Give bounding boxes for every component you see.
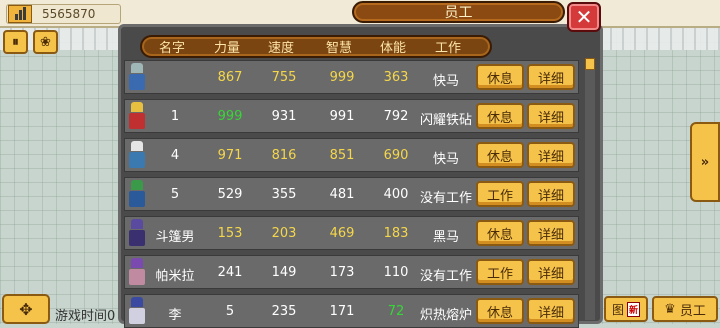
rest-button[interactable]: 休息 bbox=[476, 298, 524, 324]
rest-button[interactable]: 休息 bbox=[476, 142, 524, 168]
cell-str: 971 bbox=[217, 148, 243, 163]
cell-wis: 481 bbox=[329, 187, 355, 202]
avatar bbox=[127, 63, 147, 91]
cell-name: 1 bbox=[170, 109, 180, 124]
cell-spd: 235 bbox=[271, 304, 297, 319]
cell-wis: 173 bbox=[329, 265, 355, 280]
expand-side-button[interactable]: » bbox=[690, 122, 720, 202]
money-value: 5565870 bbox=[42, 7, 96, 21]
cell-str: 529 bbox=[217, 187, 243, 202]
cell-job: 快马 bbox=[432, 152, 459, 167]
cell-spd: 931 bbox=[271, 109, 297, 124]
cell-name: 帕米拉 bbox=[155, 269, 195, 284]
cell-job: 闪耀铁砧 bbox=[419, 113, 472, 128]
crown-icon: ♛ bbox=[664, 301, 676, 317]
pause-icon: ⏸ bbox=[12, 34, 19, 50]
cell-str: 153 bbox=[217, 226, 243, 241]
game-time: 游戏时间0 bbox=[55, 309, 116, 324]
cell-wis: 991 bbox=[329, 109, 355, 124]
close-button[interactable]: ✕ bbox=[567, 2, 601, 32]
detail-button[interactable]: 详细 bbox=[527, 259, 575, 285]
table-row: 867 755 999 363 快马 休息 详细 bbox=[124, 60, 579, 94]
rest-button[interactable]: 休息 bbox=[476, 64, 524, 90]
cell-sta: 110 bbox=[383, 265, 409, 280]
cell-str: 5 bbox=[225, 304, 235, 319]
header-strength: 力量 bbox=[213, 41, 240, 56]
cell-name: 5 bbox=[170, 187, 180, 202]
cell-wis: 851 bbox=[329, 148, 355, 163]
detail-button[interactable]: 详细 bbox=[527, 181, 575, 207]
cell-name: 4 bbox=[170, 148, 180, 163]
cell-job: 炽热熔炉 bbox=[419, 308, 472, 323]
cell-job: 没有工作 bbox=[419, 269, 472, 284]
cell-spd: 203 bbox=[271, 226, 297, 241]
avatar bbox=[127, 180, 147, 208]
avatar bbox=[127, 297, 147, 325]
cell-name: 斗篷男 bbox=[155, 230, 195, 245]
cell-str: 241 bbox=[217, 265, 243, 280]
table-row: 斗篷男 153 203 469 183 黑马 休息 详细 bbox=[124, 216, 579, 250]
money-display: 5565870 bbox=[6, 4, 121, 24]
cell-sta: 72 bbox=[387, 304, 405, 319]
cell-spd: 755 bbox=[271, 70, 297, 85]
header-speed: 速度 bbox=[267, 41, 294, 56]
header-job: 工作 bbox=[434, 41, 461, 56]
avatar bbox=[127, 258, 147, 286]
staff-button-label: 员工 bbox=[679, 303, 706, 319]
staff-button[interactable]: ♛ 员工 bbox=[652, 296, 718, 322]
table-row: 1 999 931 991 792 闪耀铁砧 休息 详细 bbox=[124, 99, 579, 133]
detail-button[interactable]: 详细 bbox=[527, 103, 575, 129]
detail-button[interactable]: 详细 bbox=[527, 64, 575, 90]
cell-job: 快马 bbox=[432, 74, 459, 89]
cell-spd: 816 bbox=[271, 148, 297, 163]
cell-sta: 690 bbox=[383, 148, 409, 163]
encyclopedia-label: 图 bbox=[611, 302, 624, 317]
table-row: 4 971 816 851 690 快马 休息 详细 bbox=[124, 138, 579, 172]
table-row: 5 529 355 481 400 没有工作 工作 详细 bbox=[124, 177, 579, 211]
work-button[interactable]: 工作 bbox=[476, 181, 524, 207]
avatar bbox=[127, 141, 147, 169]
cell-str: 867 bbox=[217, 70, 243, 85]
bar-chart-icon bbox=[8, 5, 32, 23]
pause-button[interactable]: ⏸ bbox=[3, 30, 28, 54]
header-stamina: 体能 bbox=[379, 41, 406, 56]
close-icon: ✕ bbox=[575, 5, 593, 29]
table-row: 李 5 235 171 72 炽热熔炉 休息 详细 bbox=[124, 294, 579, 328]
panel-title: 员工 bbox=[352, 1, 565, 23]
cell-sta: 363 bbox=[383, 70, 409, 85]
cell-wis: 469 bbox=[329, 226, 355, 241]
fast-forward-icon: » bbox=[700, 154, 710, 170]
rest-button[interactable]: 休息 bbox=[476, 103, 524, 129]
cell-name: 李 bbox=[168, 308, 182, 323]
new-badge: 新 bbox=[627, 301, 641, 317]
cell-wis: 999 bbox=[329, 70, 355, 85]
avatar bbox=[127, 102, 147, 130]
cell-sta: 183 bbox=[383, 226, 409, 241]
detail-button[interactable]: 详细 bbox=[527, 142, 575, 168]
encyclopedia-button[interactable]: 图新 bbox=[604, 296, 648, 322]
detail-button[interactable]: 详细 bbox=[527, 298, 575, 324]
menu-button[interactable]: ❀ bbox=[33, 30, 58, 54]
table-header: 名字 力量 速度 智慧 体能 工作 bbox=[140, 35, 492, 58]
cell-sta: 792 bbox=[383, 109, 409, 124]
header-wisdom: 智慧 bbox=[325, 41, 352, 56]
detail-button[interactable]: 详细 bbox=[527, 220, 575, 246]
gear-icon: ❀ bbox=[40, 34, 51, 50]
cell-spd: 149 bbox=[271, 265, 297, 280]
cell-job: 没有工作 bbox=[419, 191, 472, 206]
scrollbar[interactable] bbox=[585, 58, 595, 320]
cell-job: 黑马 bbox=[432, 230, 459, 245]
move-button[interactable]: ✥ bbox=[2, 294, 50, 324]
scroll-thumb[interactable] bbox=[585, 58, 595, 70]
work-button[interactable]: 工作 bbox=[476, 259, 524, 285]
move-arrows-icon: ✥ bbox=[19, 299, 33, 319]
cell-sta: 400 bbox=[383, 187, 409, 202]
avatar bbox=[127, 219, 147, 247]
table-row: 帕米拉 241 149 173 110 没有工作 工作 详细 bbox=[124, 255, 579, 289]
cell-str: 999 bbox=[217, 109, 243, 124]
cell-spd: 355 bbox=[271, 187, 297, 202]
cell-wis: 171 bbox=[329, 304, 355, 319]
header-name: 名字 bbox=[158, 41, 185, 56]
rest-button[interactable]: 休息 bbox=[476, 220, 524, 246]
